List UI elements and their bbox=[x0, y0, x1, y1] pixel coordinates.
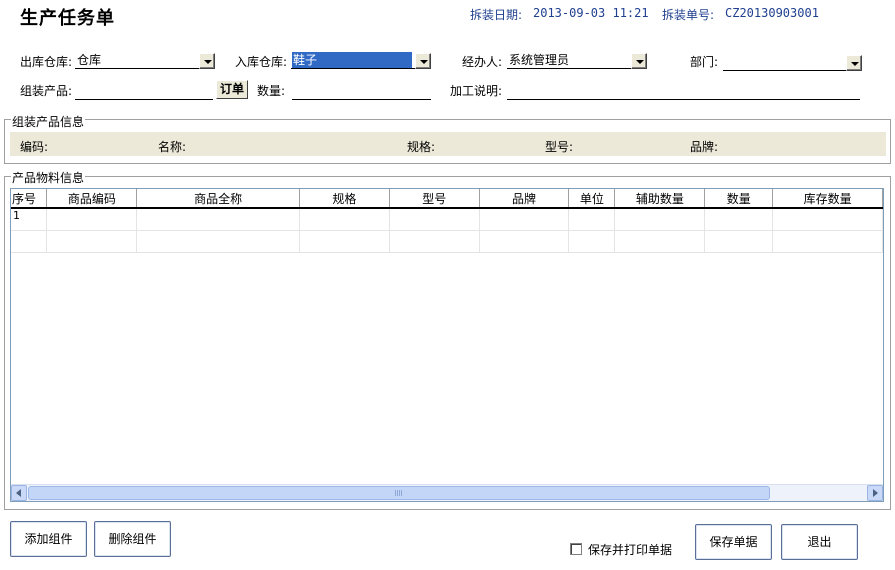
table-cell[interactable] bbox=[299, 230, 390, 253]
handler-label: 经办人: bbox=[462, 55, 503, 69]
table-cell[interactable] bbox=[136, 230, 301, 253]
process-note-input[interactable] bbox=[507, 83, 860, 100]
table-cell[interactable] bbox=[136, 208, 301, 231]
order-button[interactable]: 订单 bbox=[216, 80, 248, 99]
handler-value: 系统管理员 bbox=[509, 53, 570, 67]
col-header-aux-qty[interactable]: 辅助数量 bbox=[614, 189, 706, 209]
assembly-product-label: 组装产品: bbox=[20, 84, 73, 98]
process-note-label: 加工说明: bbox=[450, 84, 503, 98]
table-cell[interactable] bbox=[704, 230, 774, 253]
materials-legend: 产品物料信息 bbox=[11, 169, 86, 186]
col-header-stock-qty[interactable]: 库存数量 bbox=[772, 189, 883, 209]
quantity-input[interactable] bbox=[292, 83, 431, 100]
save-print-label[interactable]: 保存并打印单据 bbox=[588, 541, 672, 558]
table-row[interactable] bbox=[11, 230, 883, 253]
horizontal-scrollbar[interactable] bbox=[11, 484, 883, 501]
in-warehouse-value: 鞋子 bbox=[292, 52, 412, 68]
product-code-label: 编码: bbox=[20, 140, 49, 154]
table-row[interactable]: 1 bbox=[11, 208, 883, 231]
table-cell[interactable] bbox=[479, 230, 570, 253]
handler-select[interactable]: 系统管理员 bbox=[507, 52, 647, 69]
exit-button[interactable]: 退出 bbox=[781, 524, 858, 560]
scrollbar-thumb[interactable] bbox=[28, 486, 770, 500]
chevron-down-icon[interactable] bbox=[199, 53, 215, 69]
date-value: 2013-09-03 11:21 bbox=[533, 6, 649, 20]
col-header-spec[interactable]: 规格 bbox=[299, 189, 390, 209]
page-title: 生产任务单 bbox=[20, 8, 115, 29]
table-cell[interactable] bbox=[614, 208, 706, 231]
chevron-down-icon[interactable] bbox=[631, 53, 647, 69]
save-button[interactable]: 保存单据 bbox=[695, 524, 772, 560]
table-cell[interactable] bbox=[772, 230, 883, 253]
table-cell[interactable] bbox=[479, 208, 570, 231]
chevron-down-icon[interactable] bbox=[846, 55, 862, 71]
order-no-value: CZ20130903001 bbox=[725, 6, 819, 20]
table-cell[interactable] bbox=[46, 208, 138, 231]
department-label: 部门: bbox=[690, 55, 719, 69]
col-header-code[interactable]: 商品编码 bbox=[46, 189, 138, 209]
table-cell[interactable] bbox=[568, 230, 616, 253]
assembly-product-input[interactable] bbox=[75, 83, 213, 100]
product-brand-label: 品牌: bbox=[690, 140, 719, 154]
arrow-right-icon bbox=[873, 489, 878, 497]
product-spec-label: 规格: bbox=[407, 140, 436, 154]
arrow-left-icon bbox=[16, 489, 21, 497]
col-header-fullname[interactable]: 商品全称 bbox=[136, 189, 301, 209]
table-cell[interactable] bbox=[772, 208, 883, 231]
add-component-button[interactable]: 添加组件 bbox=[10, 521, 87, 557]
col-header-unit[interactable]: 单位 bbox=[568, 189, 616, 209]
product-info-legend: 组装产品信息 bbox=[11, 113, 86, 130]
materials-grid[interactable]: 序号 商品编码 商品全称 规格 型号 品牌 单位 辅助数量 数量 库存数量 1 bbox=[10, 188, 884, 502]
out-warehouse-label: 出库仓库: bbox=[20, 55, 73, 69]
col-header-qty[interactable]: 数量 bbox=[704, 189, 774, 209]
out-warehouse-value: 仓库 bbox=[77, 53, 102, 67]
grid-header-row: 序号 商品编码 商品全称 规格 型号 品牌 单位 辅助数量 数量 库存数量 bbox=[11, 189, 883, 209]
in-warehouse-value-wrap: 鞋子 bbox=[292, 52, 412, 68]
table-cell[interactable] bbox=[389, 208, 480, 231]
quantity-label: 数量: bbox=[257, 84, 286, 98]
col-header-brand[interactable]: 品牌 bbox=[479, 189, 570, 209]
table-cell[interactable]: 1 bbox=[11, 208, 48, 231]
table-cell[interactable] bbox=[11, 230, 48, 253]
table-cell[interactable] bbox=[614, 230, 706, 253]
in-warehouse-label: 入库仓库: bbox=[235, 55, 288, 69]
table-cell[interactable] bbox=[389, 230, 480, 253]
chevron-down-icon[interactable] bbox=[415, 53, 431, 69]
table-cell[interactable] bbox=[299, 208, 390, 231]
col-header-model[interactable]: 型号 bbox=[389, 189, 480, 209]
table-cell[interactable] bbox=[568, 208, 616, 231]
scroll-right-button[interactable] bbox=[867, 485, 883, 501]
table-cell[interactable] bbox=[704, 208, 774, 231]
department-select[interactable] bbox=[723, 54, 862, 71]
col-header-index[interactable]: 序号 bbox=[11, 189, 48, 209]
save-print-checkbox[interactable] bbox=[570, 543, 582, 555]
product-model-label: 型号: bbox=[545, 140, 574, 154]
product-info-bar bbox=[10, 132, 886, 156]
scroll-left-button[interactable] bbox=[11, 485, 27, 501]
product-name-label: 名称: bbox=[158, 140, 187, 154]
delete-component-button[interactable]: 删除组件 bbox=[94, 521, 171, 557]
order-no-label: 拆装单号: bbox=[662, 8, 715, 22]
in-warehouse-select[interactable]: 鞋子 bbox=[291, 52, 431, 69]
table-cell[interactable] bbox=[46, 230, 138, 253]
date-label: 拆装日期: bbox=[470, 8, 523, 22]
out-warehouse-select[interactable]: 仓库 bbox=[75, 52, 215, 69]
materials-table: 序号 商品编码 商品全称 规格 型号 品牌 单位 辅助数量 数量 库存数量 1 bbox=[11, 189, 883, 253]
